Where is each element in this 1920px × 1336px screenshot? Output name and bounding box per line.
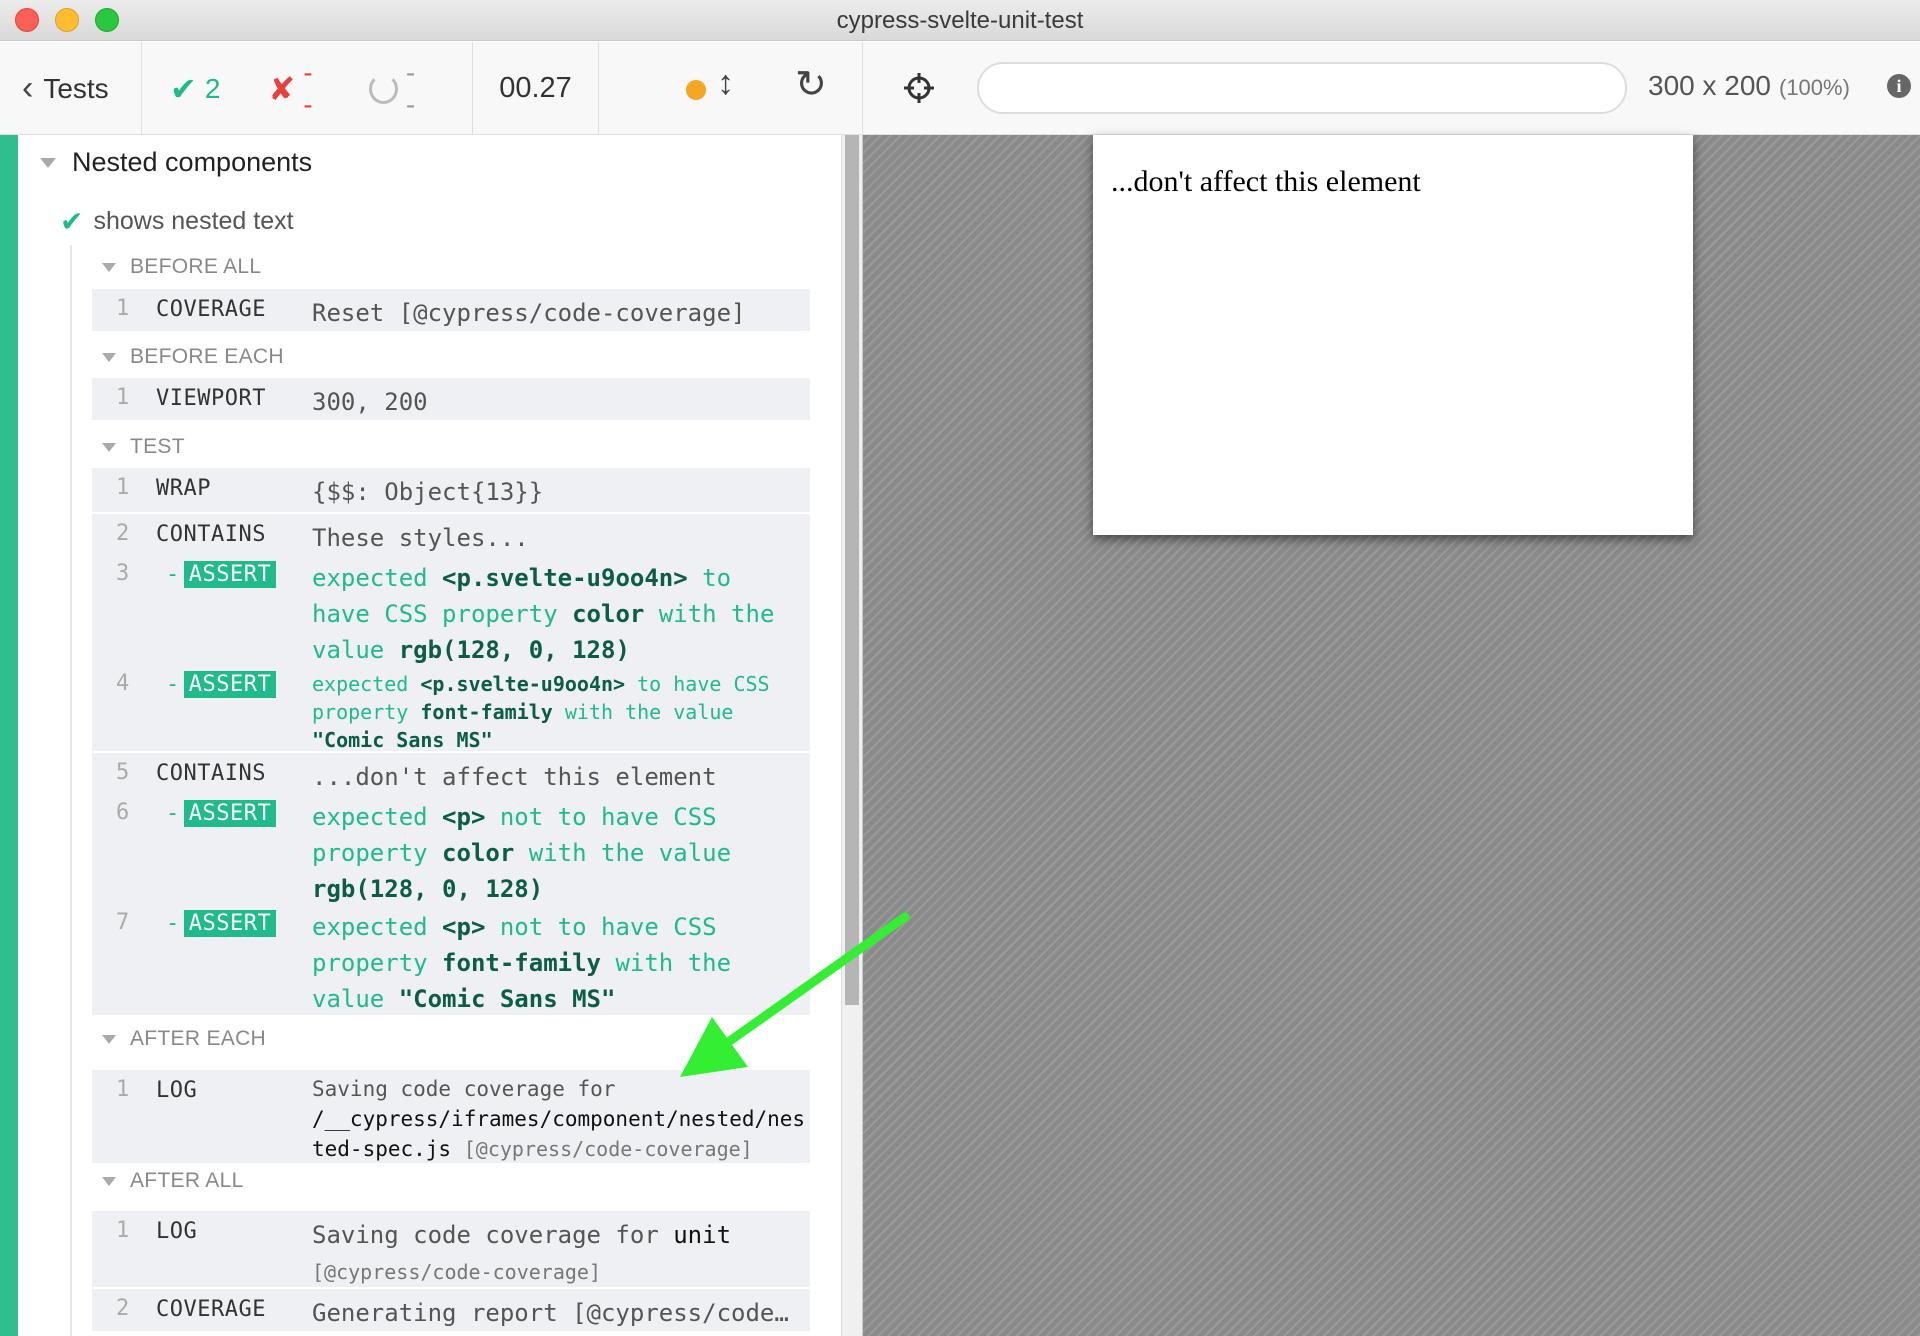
hook-before-each[interactable]: BEFORE EACH: [102, 345, 284, 369]
command-log: Nested components ✔ shows nested text BE…: [0, 135, 841, 1336]
reload-icon[interactable]: ↻: [795, 62, 827, 107]
x-icon: ✘: [268, 70, 296, 107]
reporter-scrollbar[interactable]: [841, 135, 862, 1336]
command-row[interactable]: 1 WRAP {$$: Object{13}}: [92, 468, 810, 512]
resize-arrows-icon[interactable]: ↕: [717, 64, 734, 103]
runner-toolbar: 300 x 200 (100%) i: [862, 42, 1920, 135]
crosshair-icon[interactable]: [903, 72, 935, 104]
hook-after-each[interactable]: AFTER EACH: [102, 1027, 266, 1051]
check-icon: ✔: [170, 70, 197, 107]
check-icon: ✔: [60, 206, 84, 237]
test-title[interactable]: ✔ shows nested text: [60, 205, 294, 238]
triangle-down-icon: [102, 262, 116, 272]
maximize-window-button[interactable]: [95, 8, 119, 32]
command-row[interactable]: 1 LOG Saving code coverage for unit [@cyp…: [92, 1211, 810, 1287]
command-row[interactable]: 2 CONTAINS These styles...: [92, 512, 810, 554]
chevron-left-icon: ‹: [22, 69, 34, 107]
command-row[interactable]: 1 COVERAGE Reset [@cypress/code-coverage…: [92, 289, 810, 331]
assert-badge: ASSERT: [183, 800, 277, 827]
aut-text: ...don't affect this element: [1111, 165, 1421, 198]
window-titlebar: cypress-svelte-unit-test: [0, 0, 1920, 41]
assert-badge: ASSERT: [183, 671, 277, 698]
duration: 00.27: [473, 42, 599, 135]
assert-badge: ASSERT: [183, 910, 277, 937]
reporter-toolbar: ‹ Tests ✔ 2 ✘ -- -- 00.27 ↕ ↻: [0, 42, 862, 135]
hook-before-all[interactable]: BEFORE ALL: [102, 255, 261, 279]
url-input[interactable]: [977, 62, 1627, 114]
spinner-icon: [368, 73, 398, 104]
triangle-down-icon: [102, 1176, 116, 1186]
assert-row[interactable]: 3 - ASSERT expected <p.svelte-u9oo4n> to …: [92, 554, 810, 664]
assert-badge: ASSERT: [183, 561, 277, 588]
back-to-tests-button[interactable]: ‹ Tests: [0, 42, 142, 135]
command-row[interactable]: 5 CONTAINS ...don't affect this element: [92, 751, 810, 793]
hook-after-all[interactable]: AFTER ALL: [102, 1169, 244, 1193]
command-row[interactable]: 1 VIEWPORT 300, 200: [92, 378, 810, 420]
aut-stage: ...don't affect this element: [862, 135, 1920, 1336]
annotation-arrow-icon: [680, 912, 910, 1077]
test-stats: ✔ 2 ✘ -- --: [142, 42, 473, 135]
aut-iframe: ...don't affect this element: [1093, 135, 1693, 535]
suite-title[interactable]: Nested components: [40, 147, 312, 178]
hook-test[interactable]: TEST: [102, 435, 185, 459]
failed-count: ✘ --: [268, 56, 313, 120]
triangle-down-icon: [40, 157, 56, 168]
status-dot-icon: [686, 80, 706, 100]
minimize-window-button[interactable]: [55, 8, 79, 32]
assert-row[interactable]: 4 - ASSERT expected <p.svelte-u9oo4n> to …: [92, 664, 810, 752]
command-row[interactable]: 2 COVERAGE Generating report [@cypress/c…: [92, 1287, 810, 1331]
window-title: cypress-svelte-unit-test: [836, 7, 1084, 34]
pending-count: --: [368, 57, 424, 121]
triangle-down-icon: [102, 442, 116, 452]
info-icon[interactable]: i: [1887, 74, 1911, 98]
assert-row[interactable]: 6 - ASSERT expected <p> not to have CSS p…: [92, 793, 810, 903]
pass-indicator-bar: [0, 135, 18, 1336]
passed-count: ✔ 2: [170, 70, 221, 107]
back-label: Tests: [43, 72, 109, 104]
viewport-size: 300 x 200 (100%): [1648, 70, 1850, 101]
scrollbar-thumb[interactable]: [845, 135, 859, 1005]
triangle-down-icon: [102, 352, 116, 362]
triangle-down-icon: [102, 1034, 116, 1044]
reporter-controls: ↕ ↻: [599, 42, 862, 135]
close-window-button[interactable]: [15, 8, 39, 32]
